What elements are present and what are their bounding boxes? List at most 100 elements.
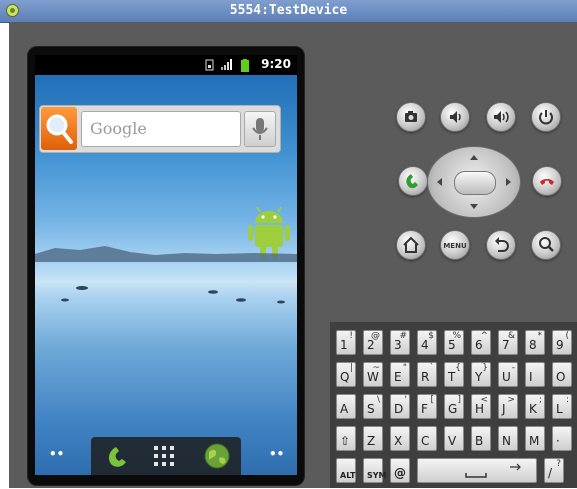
wallpaper-mountains [35, 246, 297, 262]
key-label: V [448, 434, 457, 448]
wallpaper-rocks [61, 286, 285, 304]
call-button[interactable] [398, 166, 428, 196]
page-indicator-left[interactable]: •• [49, 447, 64, 461]
battery-icon [241, 59, 249, 72]
key-1-8[interactable]: O [552, 362, 572, 387]
search-icon [46, 114, 73, 144]
key-3-2[interactable]: X [390, 426, 410, 451]
key-shift-label: ' [404, 395, 407, 405]
key-3-7[interactable]: M [525, 426, 545, 451]
browser-globe-icon[interactable] [203, 442, 231, 470]
key-label: B [475, 434, 484, 448]
sym-key[interactable]: SYM [363, 458, 387, 483]
menu-button[interactable]: MENU [440, 230, 470, 260]
key-label: 9 [556, 338, 564, 352]
key-shift-label: * [537, 331, 543, 341]
key-1-4[interactable]: T{ [444, 362, 464, 387]
window-title: 5554:TestDevice [229, 3, 348, 18]
key-3-0[interactable]: ⇧ [336, 426, 356, 451]
search-button[interactable] [531, 230, 561, 260]
key-label: ALT [340, 471, 356, 480]
home-button[interactable] [396, 230, 426, 260]
camera-button[interactable] [396, 102, 426, 132]
key-shift-label: & [507, 331, 515, 341]
space-key[interactable] [417, 458, 537, 483]
key-0-1[interactable]: 2 @ [363, 330, 383, 355]
key-0-0[interactable]: 1! [336, 330, 356, 355]
back-icon [495, 237, 509, 252]
key-0-6[interactable]: 7 & [498, 330, 518, 355]
dpad-center-button[interactable] [454, 171, 496, 195]
key-2-1[interactable]: S \ [363, 394, 383, 419]
power-button[interactable] [531, 102, 561, 132]
dpad[interactable] [427, 146, 521, 218]
key-label: K [529, 402, 537, 416]
google-search-button[interactable] [41, 107, 77, 150]
key-2-4[interactable]: G] [444, 394, 464, 419]
key-2-5[interactable]: H < [471, 394, 491, 419]
key-1-6[interactable]: U- [498, 362, 518, 387]
volume-down-button[interactable] [440, 102, 470, 132]
key-label: L [556, 402, 563, 416]
search-input[interactable]: Google [81, 111, 241, 147]
page-indicator-right[interactable]: •• [269, 447, 284, 461]
key-3-6[interactable]: N [498, 426, 518, 451]
key-label: SYM [367, 471, 387, 480]
phone-screen[interactable]: 9:20 Google •• •• [35, 55, 297, 475]
key-label: F [421, 402, 428, 416]
menu-icon: MENU [443, 242, 467, 250]
key-0-7[interactable]: 8 * [525, 330, 545, 355]
key-shift-label: ` [429, 363, 435, 373]
key-1-3[interactable]: R ` [417, 362, 437, 387]
key-2-7[interactable]: K; [525, 394, 545, 419]
home-icon [403, 236, 419, 253]
key-2-2[interactable]: D ' [390, 394, 410, 419]
key-0-4[interactable]: 5% [444, 330, 464, 355]
key-shift-label: > [507, 395, 515, 405]
at-key[interactable]: @ [390, 458, 410, 483]
app-launcher-grid-icon[interactable] [153, 445, 175, 467]
key-shift-label: " [402, 363, 407, 373]
alt-key[interactable]: ALT [336, 458, 356, 483]
google-search-widget: Google [39, 105, 281, 153]
key-label: T [448, 370, 456, 384]
key-label: J [502, 402, 506, 416]
back-button[interactable] [486, 230, 516, 260]
key-1-7[interactable]: I [525, 362, 545, 387]
key-1-1[interactable]: W ~ [363, 362, 383, 387]
slash-key[interactable]: /? [544, 458, 564, 483]
key-2-3[interactable]: F[ [417, 394, 437, 419]
key-3-8[interactable]: · [552, 426, 572, 451]
key-label: U [502, 370, 511, 384]
search-placeholder: Google [90, 119, 147, 138]
status-bar: 9:20 [35, 55, 297, 75]
key-3-4[interactable]: V [444, 426, 464, 451]
end-call-button[interactable] [532, 166, 562, 196]
key-label: Q [340, 370, 350, 384]
key-0-5[interactable]: 6 ^ [471, 330, 491, 355]
key-shift-label: $ [428, 331, 434, 341]
key-label: M [529, 434, 540, 448]
key-label: ⇧ [340, 434, 351, 448]
phone-dialer-icon[interactable] [103, 442, 131, 470]
key-2-6[interactable]: J > [498, 394, 518, 419]
key-shift-label: ! [349, 331, 353, 341]
key-1-0[interactable]: Q | [336, 362, 356, 387]
key-label: 8 [529, 338, 537, 352]
key-3-5[interactable]: B [471, 426, 491, 451]
key-2-0[interactable]: A [336, 394, 356, 419]
key-1-5[interactable]: Y} [471, 362, 491, 387]
key-2-8[interactable]: L: [552, 394, 572, 419]
key-0-3[interactable]: 4 $ [417, 330, 437, 355]
key-3-1[interactable]: Z [363, 426, 383, 451]
volume-up-button[interactable] [486, 102, 516, 132]
key-shift-label: : [565, 395, 569, 405]
voice-search-button[interactable] [244, 111, 276, 147]
key-label: N [502, 434, 511, 448]
key-0-8[interactable]: 9( [552, 330, 572, 355]
key-0-2[interactable]: 3 # [390, 330, 410, 355]
key-1-2[interactable]: E " [390, 362, 410, 387]
sim-icon [205, 59, 214, 71]
key-shift-label: [ [430, 395, 434, 405]
key-3-3[interactable]: C [417, 426, 437, 451]
